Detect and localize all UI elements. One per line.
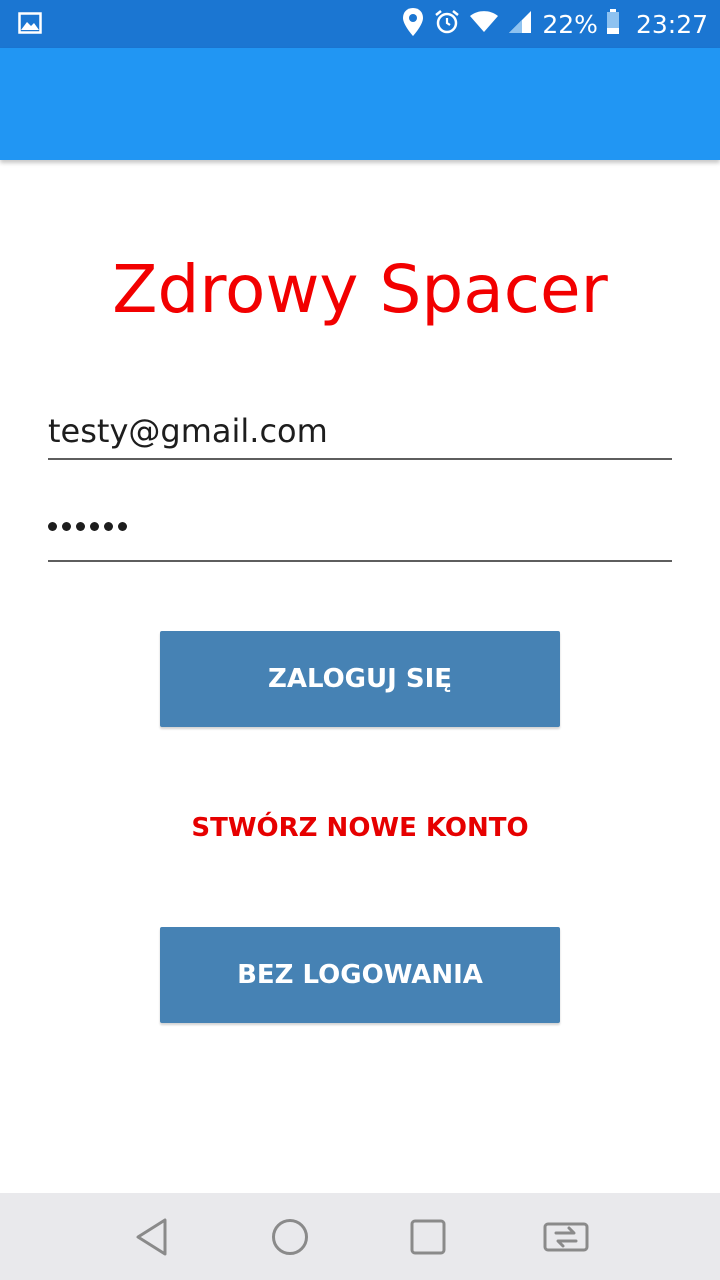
battery-percent: 22% [542, 9, 598, 39]
email-value[interactable]: testy@gmail.com [48, 412, 328, 450]
app-title: Zdrowy Spacer [112, 251, 608, 328]
back-icon [136, 1218, 167, 1256]
image-notification-icon [18, 12, 42, 38]
battery-icon [606, 9, 620, 39]
switch-apps-button[interactable] [542, 1213, 590, 1261]
home-icon [272, 1219, 308, 1255]
back-button[interactable] [128, 1213, 176, 1261]
navigation-bar [0, 1193, 720, 1280]
password-field[interactable] [48, 506, 672, 562]
status-icons: 22% 23:27 [402, 0, 708, 48]
email-field[interactable]: testy@gmail.com [48, 404, 672, 460]
password-dot [104, 522, 113, 531]
password-dot [62, 522, 71, 531]
create-account-link[interactable]: STWÓRZ NOWE KONTO [0, 810, 720, 846]
password-dot [76, 522, 85, 531]
password-dot [90, 522, 99, 531]
login-button[interactable]: ZALOGUJ SIĘ [160, 631, 560, 727]
location-icon [402, 7, 424, 41]
app-bar [0, 48, 720, 160]
home-button[interactable] [266, 1213, 314, 1261]
wifi-icon [470, 11, 499, 37]
recent-apps-icon [410, 1219, 446, 1255]
alarm-icon [434, 9, 460, 39]
signal-icon [508, 10, 532, 38]
clock-time: 23:27 [635, 9, 708, 39]
guest-button[interactable]: BEZ LOGOWANIA [160, 927, 560, 1023]
password-dot [48, 522, 57, 531]
password-dots[interactable] [48, 522, 132, 531]
status-bar: 22% 23:27 [0, 0, 720, 48]
recent-apps-button[interactable] [404, 1213, 452, 1261]
password-dot [118, 522, 127, 531]
switch-apps-icon [543, 1222, 589, 1252]
